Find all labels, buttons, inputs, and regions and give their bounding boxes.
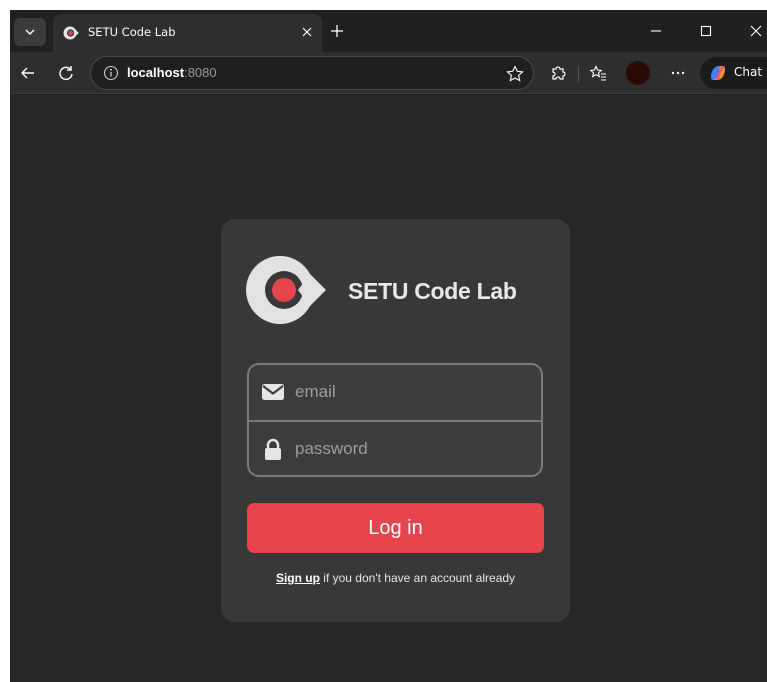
password-row [249, 420, 541, 475]
back-arrow-icon [21, 67, 34, 79]
copilot-chat-button[interactable]: Chat [700, 57, 767, 89]
refresh-button[interactable] [54, 61, 78, 85]
url-port: :8080 [184, 65, 217, 80]
tab-close-button[interactable] [297, 22, 317, 42]
copilot-icon [711, 66, 725, 80]
login-button[interactable]: Log in [247, 503, 544, 553]
credentials-group [247, 363, 543, 477]
maximize-icon [700, 25, 712, 37]
tab-list-button[interactable] [14, 18, 46, 46]
puzzle-icon [552, 66, 566, 80]
browser-window: SETU Code Lab localhost:8080 Chat SETU C… [10, 10, 767, 682]
email-row [249, 365, 541, 420]
tab-strip: SETU Code Lab [10, 10, 767, 52]
site-logo-icon [63, 26, 79, 40]
close-window-button[interactable] [742, 19, 767, 43]
favorites-button[interactable] [586, 61, 610, 85]
signup-prompt: Sign up if you don't have an account alr… [221, 571, 570, 585]
new-tab-button[interactable] [325, 19, 349, 43]
password-input[interactable] [295, 434, 531, 464]
toolbar-divider [578, 66, 579, 82]
more-icon [671, 71, 685, 75]
address-bar[interactable]: localhost:8080 [90, 56, 534, 90]
profile-avatar[interactable] [626, 61, 650, 85]
close-icon [750, 25, 762, 37]
minimize-button[interactable] [642, 19, 670, 43]
close-icon [302, 27, 312, 37]
browser-toolbar: localhost:8080 Chat [10, 52, 767, 94]
login-card: SETU Code Lab Log in [221, 219, 570, 622]
extensions-button[interactable] [546, 61, 570, 85]
browser-tab[interactable]: SETU Code Lab [53, 14, 322, 52]
plus-icon [331, 25, 343, 37]
back-button[interactable] [16, 61, 40, 85]
info-icon[interactable] [103, 65, 119, 81]
signup-text: if you don't have an account already [319, 571, 516, 585]
address-url: localhost:8080 [127, 65, 217, 80]
favorites-list-icon [589, 65, 606, 81]
brand-name: SETU Code Lab [348, 278, 517, 304]
minimize-icon [651, 30, 661, 32]
email-input[interactable] [295, 377, 531, 407]
signup-link[interactable]: Sign up [276, 571, 320, 585]
maximize-button[interactable] [692, 19, 720, 43]
url-host: localhost [127, 65, 185, 80]
chevron-down-icon [25, 29, 35, 35]
brand-logo-icon [246, 256, 326, 324]
lock-icon [265, 438, 281, 460]
star-icon[interactable] [505, 64, 525, 84]
more-button[interactable] [666, 61, 690, 85]
envelope-icon [262, 384, 284, 400]
refresh-icon [59, 66, 73, 80]
tab-title: SETU Code Lab [88, 25, 176, 39]
page-content: SETU Code Lab Log in [10, 95, 767, 682]
chat-label: Chat [734, 65, 763, 79]
